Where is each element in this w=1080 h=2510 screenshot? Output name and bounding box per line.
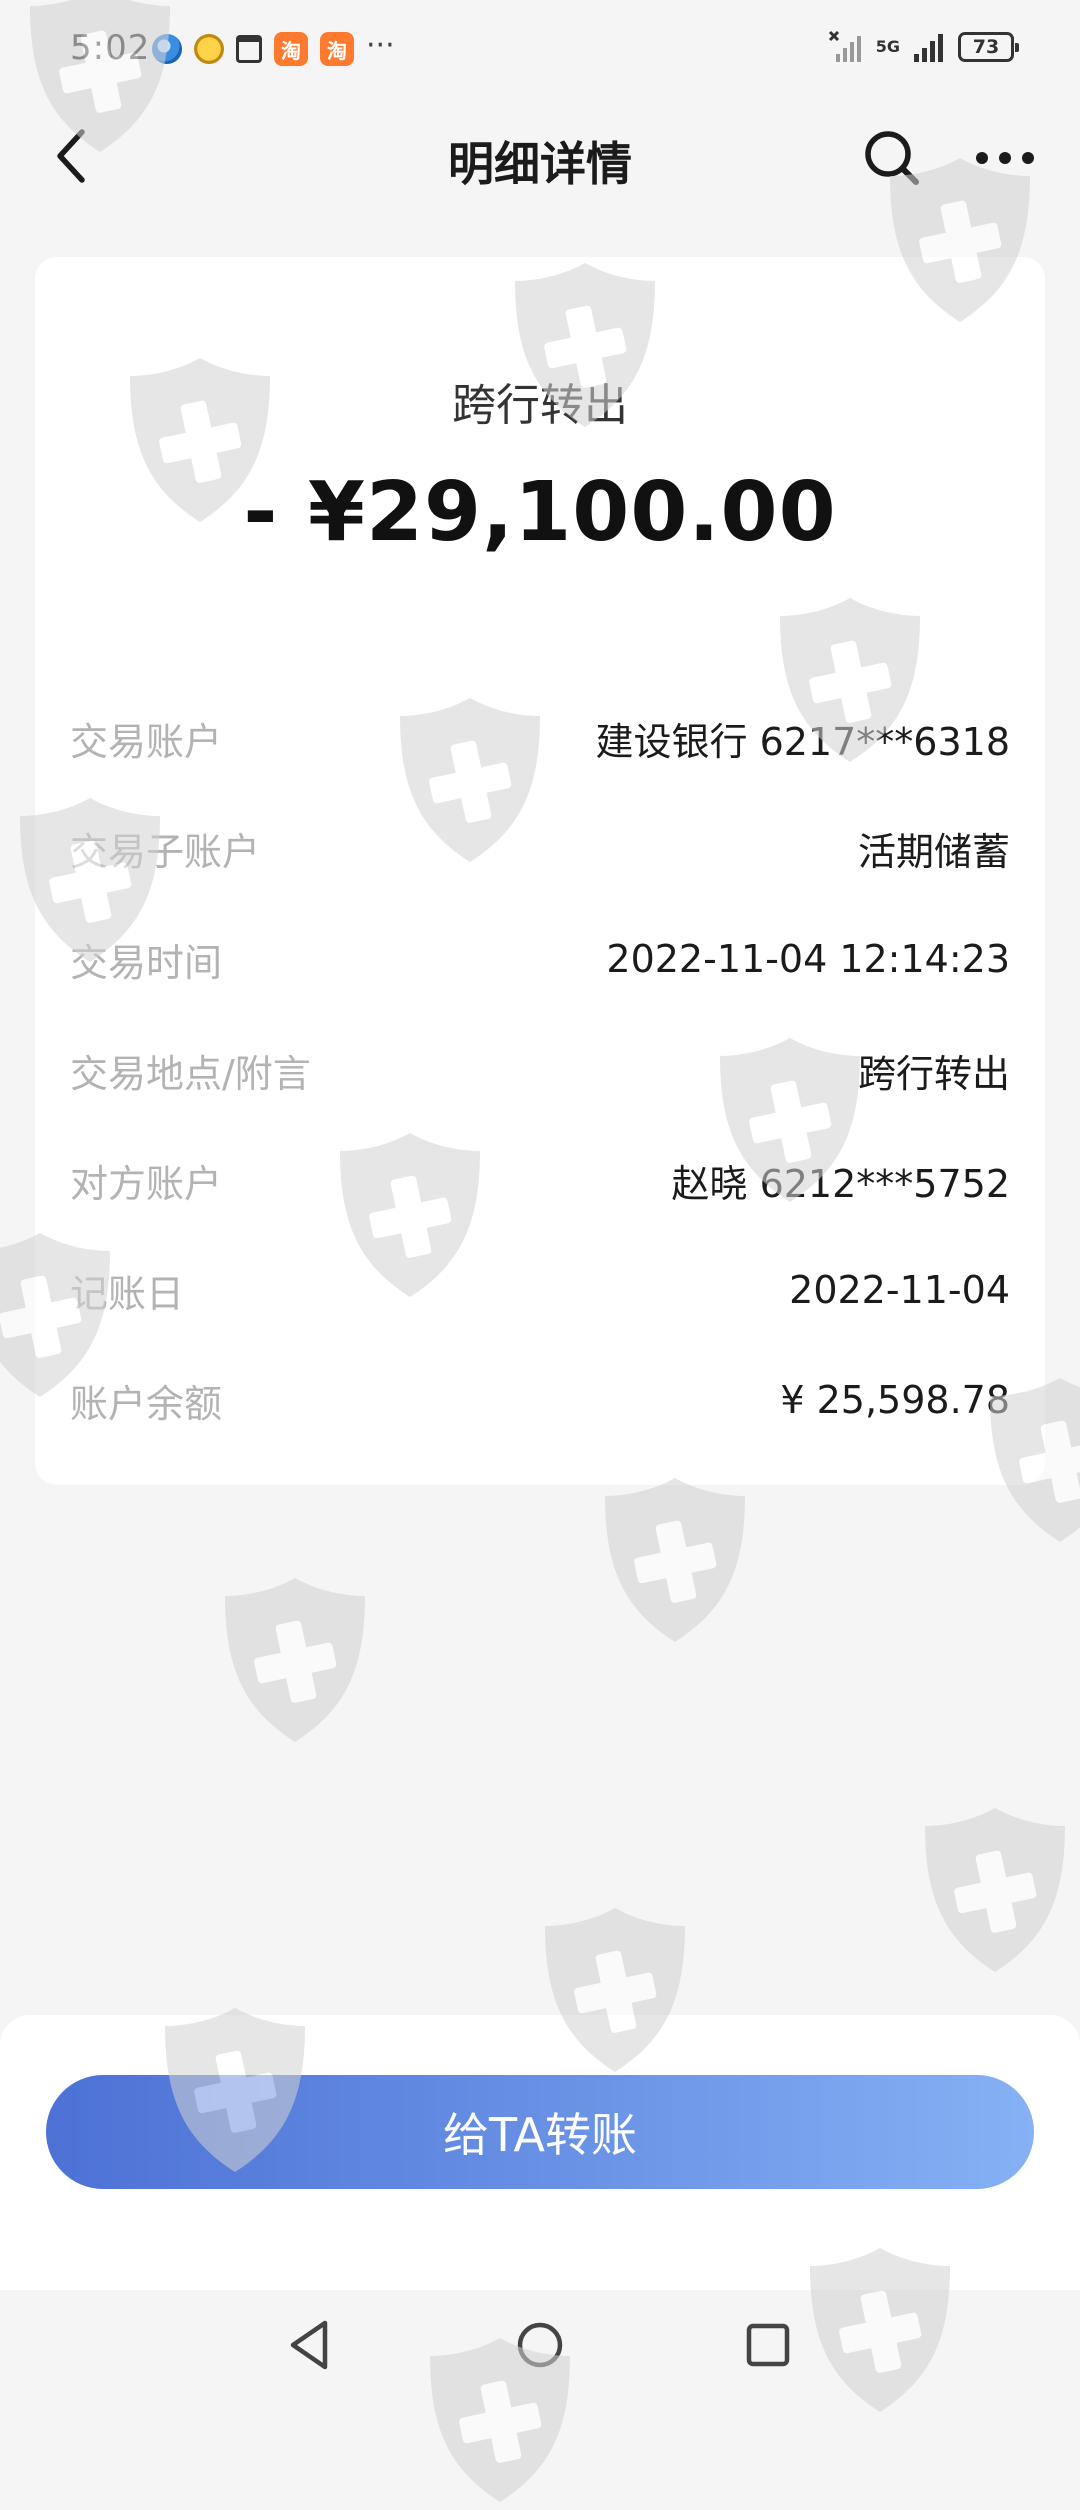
nav-back-button[interactable] bbox=[275, 2310, 345, 2380]
detail-value: 活期储蓄 bbox=[857, 829, 1010, 874]
detail-row-sub-account: 交易子账户 活期储蓄 bbox=[70, 818, 1010, 878]
status-bar: 5:02 淘 淘 ··· 5G 73 bbox=[0, 0, 1080, 100]
transaction-amount: - ¥29,100.00 bbox=[243, 465, 837, 560]
detail-label: 交易子账户 bbox=[70, 829, 261, 874]
more-icon bbox=[976, 152, 1034, 164]
shield-watermark-icon bbox=[595, 1470, 755, 1650]
detail-label: 交易地点/附言 bbox=[70, 1051, 311, 1096]
detail-row-time: 交易时间 2022-11-04 12:14:23 bbox=[70, 929, 1010, 989]
triangle-back-icon bbox=[290, 2320, 328, 2370]
shield-watermark-icon bbox=[215, 1570, 375, 1750]
pet-app-icon bbox=[194, 34, 224, 64]
detail-card: 跨行转出 - ¥29,100.00 交易账户 建设银行 6217***6318 … bbox=[35, 257, 1045, 1485]
browser-icon bbox=[152, 34, 182, 64]
detail-value: 跨行转出 bbox=[857, 1051, 1010, 1096]
status-time: 5:02 bbox=[70, 28, 151, 68]
signal-off-icon bbox=[828, 30, 861, 62]
detail-row-account: 交易账户 建设银行 6217***6318 bbox=[70, 708, 1010, 768]
square-recents-icon bbox=[746, 2323, 790, 2367]
detail-label: 交易账户 bbox=[70, 719, 223, 764]
more-button[interactable] bbox=[970, 124, 1040, 192]
detail-row-location-note: 交易地点/附言 跨行转出 bbox=[70, 1040, 1010, 1100]
detail-row-balance: 账户余额 ¥ 25,598.78 bbox=[70, 1370, 1010, 1430]
circle-home-icon bbox=[517, 2322, 563, 2368]
detail-value: ¥ 25,598.78 bbox=[780, 1378, 1010, 1422]
taobao-icon: 淘 bbox=[274, 32, 308, 66]
more-notifications-icon: ··· bbox=[366, 28, 395, 63]
detail-value: 2022-11-04 bbox=[789, 1268, 1010, 1312]
nav-recents-button[interactable] bbox=[733, 2310, 803, 2380]
detail-row-booking-date: 记账日 2022-11-04 bbox=[70, 1260, 1010, 1320]
search-icon bbox=[865, 131, 919, 185]
detail-label: 交易时间 bbox=[70, 940, 223, 985]
transaction-type: 跨行转出 bbox=[452, 380, 628, 431]
detail-value: 赵晓 6212***5752 bbox=[671, 1161, 1011, 1206]
detail-value: 建设银行 6217***6318 bbox=[595, 719, 1011, 764]
nav-home-button[interactable] bbox=[505, 2310, 575, 2380]
detail-label: 记账日 bbox=[70, 1271, 185, 1316]
calendar-icon bbox=[236, 35, 262, 63]
header: 明细详情 bbox=[0, 100, 1080, 220]
detail-label: 账户余额 bbox=[70, 1381, 223, 1426]
detail-label: 对方账户 bbox=[70, 1161, 223, 1206]
signal-icon bbox=[914, 34, 943, 62]
taobao-icon: 淘 bbox=[320, 32, 354, 66]
system-nav-bar bbox=[0, 2290, 1080, 2400]
network-type-icon: 5G bbox=[875, 37, 900, 56]
detail-value: 2022-11-04 12:14:23 bbox=[606, 937, 1010, 981]
transfer-to-ta-button[interactable]: 给TA转账 bbox=[46, 2075, 1034, 2189]
battery-icon: 73 bbox=[958, 32, 1019, 62]
search-button[interactable] bbox=[858, 124, 926, 192]
system-icons: 5G 73 bbox=[828, 30, 1019, 64]
detail-row-counterparty: 对方账户 赵晓 6212***5752 bbox=[70, 1150, 1010, 1210]
notification-icons: 淘 淘 ··· bbox=[152, 28, 395, 66]
shield-watermark-icon bbox=[915, 1800, 1075, 1980]
